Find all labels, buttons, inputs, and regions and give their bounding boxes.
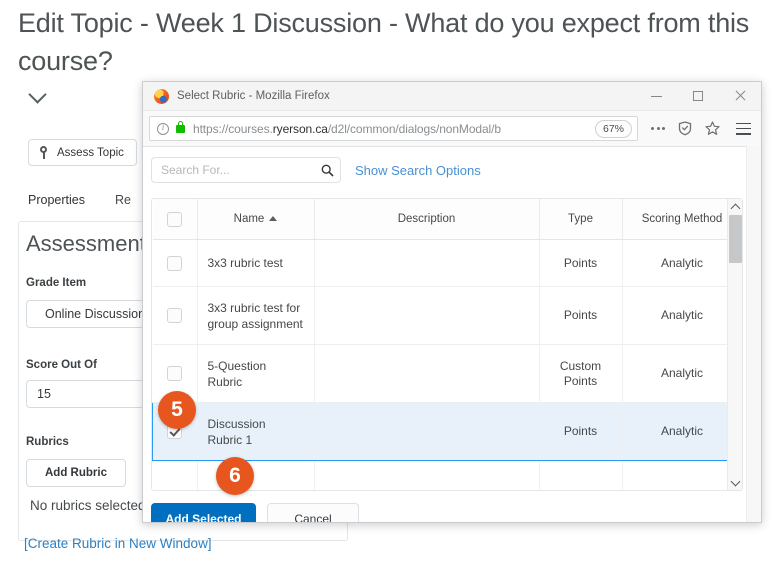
rubric-type: Points [539,286,623,345]
firefox-logo-icon [154,88,169,104]
table-row[interactable]: 5-Question Rubric Custom Points Analytic [152,344,742,403]
url-text: https://courses.ryerson.ca/d2l/common/di… [193,122,591,136]
rubric-name-link[interactable]: 5-Question Rubric [197,344,315,403]
minimize-icon [650,95,662,97]
search-row: Search For... Show Search Options [151,157,481,183]
rubric-description [314,344,540,403]
rubric-scoring-method: Analytic [622,286,742,345]
table-row[interactable]: 3x3 rubric test Points Analytic [152,239,742,287]
row-checkbox[interactable] [167,366,182,382]
close-icon [734,90,746,102]
rubric-description [314,239,540,287]
rubric-type: Custom Points [539,344,623,403]
rubric-name-link[interactable]: Discussion Rubric 1 [197,402,315,461]
minimize-button[interactable] [635,82,677,110]
row-checkbox-cell[interactable] [152,239,198,287]
key-icon [39,146,49,159]
search-placeholder: Search For... [161,163,230,177]
rubric-table: Name Description Type Scoring Method 3x3… [152,199,742,490]
search-icon[interactable] [321,164,334,177]
select-all-header[interactable] [152,199,198,240]
rubric-name-link[interactable]: 3x3 rubric test for group assignment [197,286,315,345]
table-header-row: Name Description Type Scoring Method [152,199,742,240]
score-out-of-value: 15 [37,387,51,401]
step-badge-6: 6 [216,457,254,495]
window-title: Select Rubric - Mozilla Firefox [177,90,330,102]
dialog-actions: Add Selected Cancel [151,503,359,522]
grade-item-value: Online Discussion [45,307,146,321]
table-row[interactable]: 3x3 rubric test for group assignment Poi… [152,286,742,345]
url-suffix: /d2l/common/dialogs/nonModal/b [327,121,501,136]
window-titlebar[interactable]: Select Rubric - Mozilla Firefox [143,82,761,111]
rubric-description [314,460,540,490]
url-bar[interactable]: https://courses.ryerson.ca/d2l/common/di… [149,116,638,141]
rubric-table-container: Name Description Type Scoring Method 3x3… [151,198,743,491]
rubric-scoring-method: Analytic [622,344,742,403]
row-checkbox[interactable] [167,308,182,324]
assess-topic-label: Assess Topic [57,146,124,159]
add-rubric-button[interactable]: Add Rubric [26,459,126,487]
browser-navbar: https://courses.ryerson.ca/d2l/common/di… [143,111,761,147]
column-header-name-label: Name [233,213,265,225]
ellipsis-icon[interactable] [651,127,665,130]
table-row-selected[interactable]: Discussion Rubric 1 Points Analytic [152,402,742,461]
grade-item-label: Grade Item [26,277,87,289]
zoom-level-badge[interactable]: 67% [594,119,632,138]
rubric-type: Points [539,239,623,287]
star-icon[interactable] [705,121,720,136]
rubric-scoring-method [622,460,742,490]
tab-restrictions[interactable]: Re [115,193,131,213]
page-title: Edit Topic - Week 1 Discussion - What do… [18,8,750,76]
lock-icon[interactable] [176,120,185,133]
rubric-description [314,402,540,461]
hamburger-menu-icon[interactable] [736,122,751,135]
topic-tabs: Properties Re [28,193,131,213]
search-input[interactable]: Search For... [151,157,341,183]
sort-ascending-icon [269,216,278,221]
show-search-options-link[interactable]: Show Search Options [355,163,481,178]
rubric-scoring-method: Analytic [622,402,742,461]
rubric-name-link[interactable] [197,460,315,490]
row-checkbox[interactable] [167,255,182,271]
cancel-button[interactable]: Cancel [267,503,359,522]
rubric-name-link[interactable]: 3x3 rubric test [197,239,315,287]
rubrics-label: Rubrics [26,436,69,448]
column-header-type[interactable]: Type [539,199,623,240]
column-header-scoring-method[interactable]: Scoring Method [622,199,742,240]
maximize-icon [693,91,703,101]
dialog-page-scrollbar[interactable] [746,146,761,522]
collapse-toggle[interactable] [28,85,52,110]
step-badge-5: 5 [158,391,196,429]
column-header-name[interactable]: Name [197,199,315,240]
scroll-down-arrow-icon[interactable] [728,475,742,490]
assessment-heading: Assessment [26,231,146,256]
window-controls [635,82,761,110]
info-icon[interactable] [157,122,169,135]
rubric-description [314,286,540,345]
create-rubric-in-new-window-link[interactable]: [Create Rubric in New Window] [24,536,212,551]
assess-topic-button[interactable]: Assess Topic [28,139,137,166]
rubric-scoring-method: Analytic [622,239,742,287]
url-domain: ryerson.ca [272,121,328,136]
tab-properties[interactable]: Properties [28,193,85,213]
row-checkbox-cell[interactable] [152,286,198,345]
navbar-icons [638,121,755,136]
url-prefix: https://courses. [193,121,273,136]
rubric-type: Points [539,402,623,461]
row-checkbox-cell[interactable] [152,460,198,490]
rubric-type [539,460,623,490]
chevron-down-icon [28,85,47,104]
table-scrollbar[interactable] [727,199,742,490]
maximize-button[interactable] [677,82,719,110]
no-rubrics-selected-text: No rubrics selected [30,498,146,513]
scroll-up-arrow-icon[interactable] [728,199,742,214]
score-out-of-label: Score Out Of [26,359,97,371]
scrollbar-thumb[interactable] [729,215,742,263]
column-header-description[interactable]: Description [314,199,540,240]
shield-icon[interactable] [678,121,692,136]
add-selected-button[interactable]: Add Selected [151,503,256,522]
close-button[interactable] [719,82,761,110]
select-all-checkbox[interactable] [167,211,182,227]
